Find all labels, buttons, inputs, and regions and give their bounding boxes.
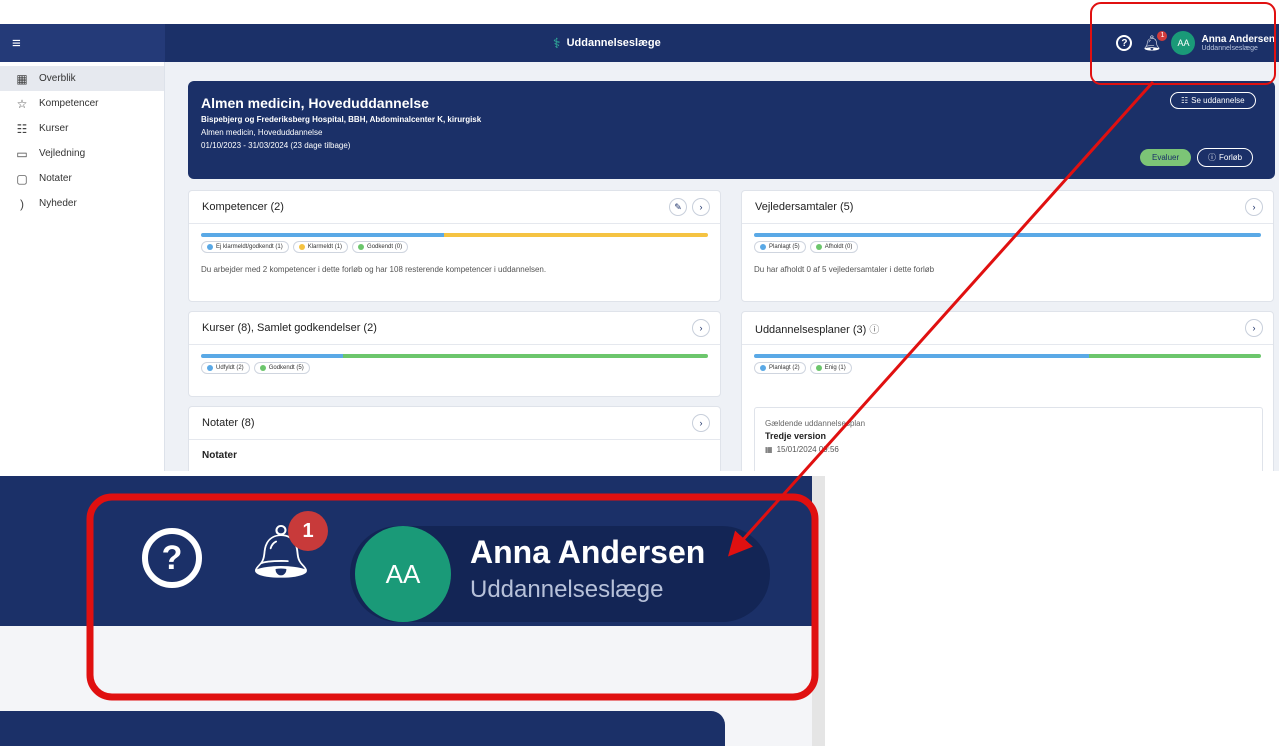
bell-icon[interactable]: 🔔︎ 1: [1142, 30, 1168, 51]
info-icon[interactable]: ⓘ: [869, 325, 879, 336]
sidebar: ▦ Overblik ☆ Kompetencer ☷ Kurser ▭ Vejledni…: [0, 62, 165, 471]
avatar: AA: [1171, 31, 1196, 55]
app-brand: ⚕ Uddannelseslæge: [553, 24, 661, 62]
progress-bar: [754, 233, 1261, 237]
card-description: Du har afholdt 0 af 5 vejledersamtaler i…: [754, 265, 935, 274]
sidebar-item-kompetencer[interactable]: ☆ Kompetencer: [0, 91, 164, 116]
zoom-inset: ? 🔔︎ 1 AA Anna Andersen Uddannelseslæge: [0, 476, 825, 746]
note-icon: ▢: [16, 171, 28, 186]
sidebar-item-kurser[interactable]: ☷ Kurser: [0, 116, 164, 141]
status-chip[interactable]: Planlagt (5): [754, 241, 806, 253]
star-icon: ☆: [16, 96, 28, 111]
user-name: Anna Andersen: [470, 534, 706, 570]
education-subtitle: Almen medicin, Hoveduddannelse: [201, 128, 323, 137]
education-period: 01/10/2023 - 31/03/2024 (23 dage tilbage…: [201, 141, 351, 150]
progress-bar: [201, 233, 708, 237]
card-kurser: Kurser (8), Samlet godkendelser (2) › Ud…: [188, 311, 721, 397]
user-role: Uddannelseslæge: [1201, 45, 1258, 52]
education-title: Almen medicin, Hoveduddannelse: [201, 95, 429, 111]
notes-subtitle: Notater: [202, 450, 238, 461]
user-name: Anna Andersen: [1201, 34, 1275, 45]
card-title: Kompetencer (2): [202, 201, 284, 213]
plan-label: Gældende uddannelsesplan: [765, 419, 866, 428]
chevron-right-icon[interactable]: ›: [692, 414, 710, 432]
chat-icon: ▭: [16, 146, 28, 161]
status-chip[interactable]: Afholdt (0): [809, 241, 859, 253]
notification-badge: 1: [1157, 30, 1168, 41]
status-chip[interactable]: Planlagt (2): [754, 362, 806, 374]
info-icon: ⓘ: [1208, 153, 1216, 162]
user-menu[interactable]: AA Anna Andersen Uddannelseslæge: [1171, 31, 1275, 55]
progress-bar: [201, 354, 708, 358]
chevron-right-icon[interactable]: ›: [692, 198, 710, 216]
grid-list-icon: ☷: [1181, 96, 1189, 105]
chevron-right-icon[interactable]: ›: [692, 319, 710, 337]
grid-list-icon: ☷: [16, 121, 28, 136]
user-role: Uddannelseslæge: [470, 576, 664, 603]
card-notater: Notater (8) › Notater: [188, 406, 721, 471]
topbar-actions: ? 🔔︎ 1 AA Anna Andersen Uddannelseslæge: [1116, 24, 1275, 62]
card-title: Uddannelsesplaner (3): [755, 323, 867, 336]
status-chip[interactable]: Klarmeldt (1): [292, 241, 349, 253]
sidebar-item-nyheder[interactable]: ) Nyheder: [0, 191, 164, 216]
status-chip[interactable]: Udfyldt (2): [201, 362, 250, 374]
course-button[interactable]: ⓘ Forløb: [1197, 148, 1254, 167]
calendar-icon: ▦: [16, 71, 28, 86]
calendar-icon: ▦: [765, 445, 773, 454]
card-title: Vejledersamtaler (5): [755, 201, 854, 213]
progress-bar: [754, 354, 1261, 358]
plan-version: Tredje version: [765, 431, 827, 441]
sidebar-item-vejledning[interactable]: ▭ Vejledning: [0, 141, 164, 166]
sidebar-item-notater[interactable]: ▢ Notater: [0, 166, 164, 191]
notification-badge: 1: [288, 511, 328, 551]
status-chip[interactable]: Godkendt (5): [253, 362, 310, 374]
card-description: Du arbejder med 2 kompetencer i dette fo…: [201, 265, 547, 274]
card-vejledersamtaler: Vejledersamtaler (5) › Planlagt (5) Afho…: [741, 190, 1274, 302]
top-bar: ≡ ⚕ Uddannelseslæge ? 🔔︎ 1 AA Anna Anders…: [0, 24, 1279, 62]
see-education-button[interactable]: ☷ Se uddannelse: [1170, 92, 1256, 109]
education-banner: Almen medicin, Hoveduddannelse Bispebjer…: [188, 81, 1275, 179]
caduceus-icon: ⚕: [553, 34, 561, 51]
card-kompetencer: Kompetencer (2) ✎ › Ej klarmeldt/godkendt…: [188, 190, 721, 302]
app-window: ≡ ⚕ Uddannelseslæge ? 🔔︎ 1 AA Anna Anders…: [0, 24, 1279, 471]
question-icon: ?: [142, 528, 202, 588]
rss-icon: ): [20, 196, 24, 211]
avatar: AA: [355, 526, 451, 622]
chevron-right-icon[interactable]: ›: [1245, 319, 1263, 337]
pencil-icon[interactable]: ✎: [669, 198, 687, 216]
card-title: Notater (8): [202, 417, 255, 429]
education-place: Bispebjerg og Frederiksberg Hospital, BB…: [201, 115, 482, 124]
card-title: Kurser (8), Samlet godkendelser (2): [202, 322, 377, 334]
status-chip[interactable]: Ej klarmeldt/godkendt (1): [201, 241, 289, 253]
question-icon[interactable]: ?: [1116, 35, 1133, 51]
card-uddannelsesplaner: Uddannelsesplaner (3) ⓘ › Planlagt (2) E…: [741, 311, 1274, 471]
current-plan-box[interactable]: Gældende uddannelsesplan Tredje version …: [754, 407, 1263, 471]
evaluate-button[interactable]: Evaluer: [1140, 149, 1192, 166]
plan-date: 15/01/2024 09:56: [776, 445, 839, 454]
hamburger-icon[interactable]: ≡: [0, 24, 165, 62]
scrollbar: [812, 476, 825, 746]
app-title: Uddannelseslæge: [566, 37, 661, 49]
sidebar-item-overblik[interactable]: ▦ Overblik: [0, 66, 164, 91]
chevron-right-icon[interactable]: ›: [1245, 198, 1263, 216]
status-chip[interactable]: Godkendt (0): [352, 241, 409, 253]
status-chip[interactable]: Enig (1): [809, 362, 852, 374]
